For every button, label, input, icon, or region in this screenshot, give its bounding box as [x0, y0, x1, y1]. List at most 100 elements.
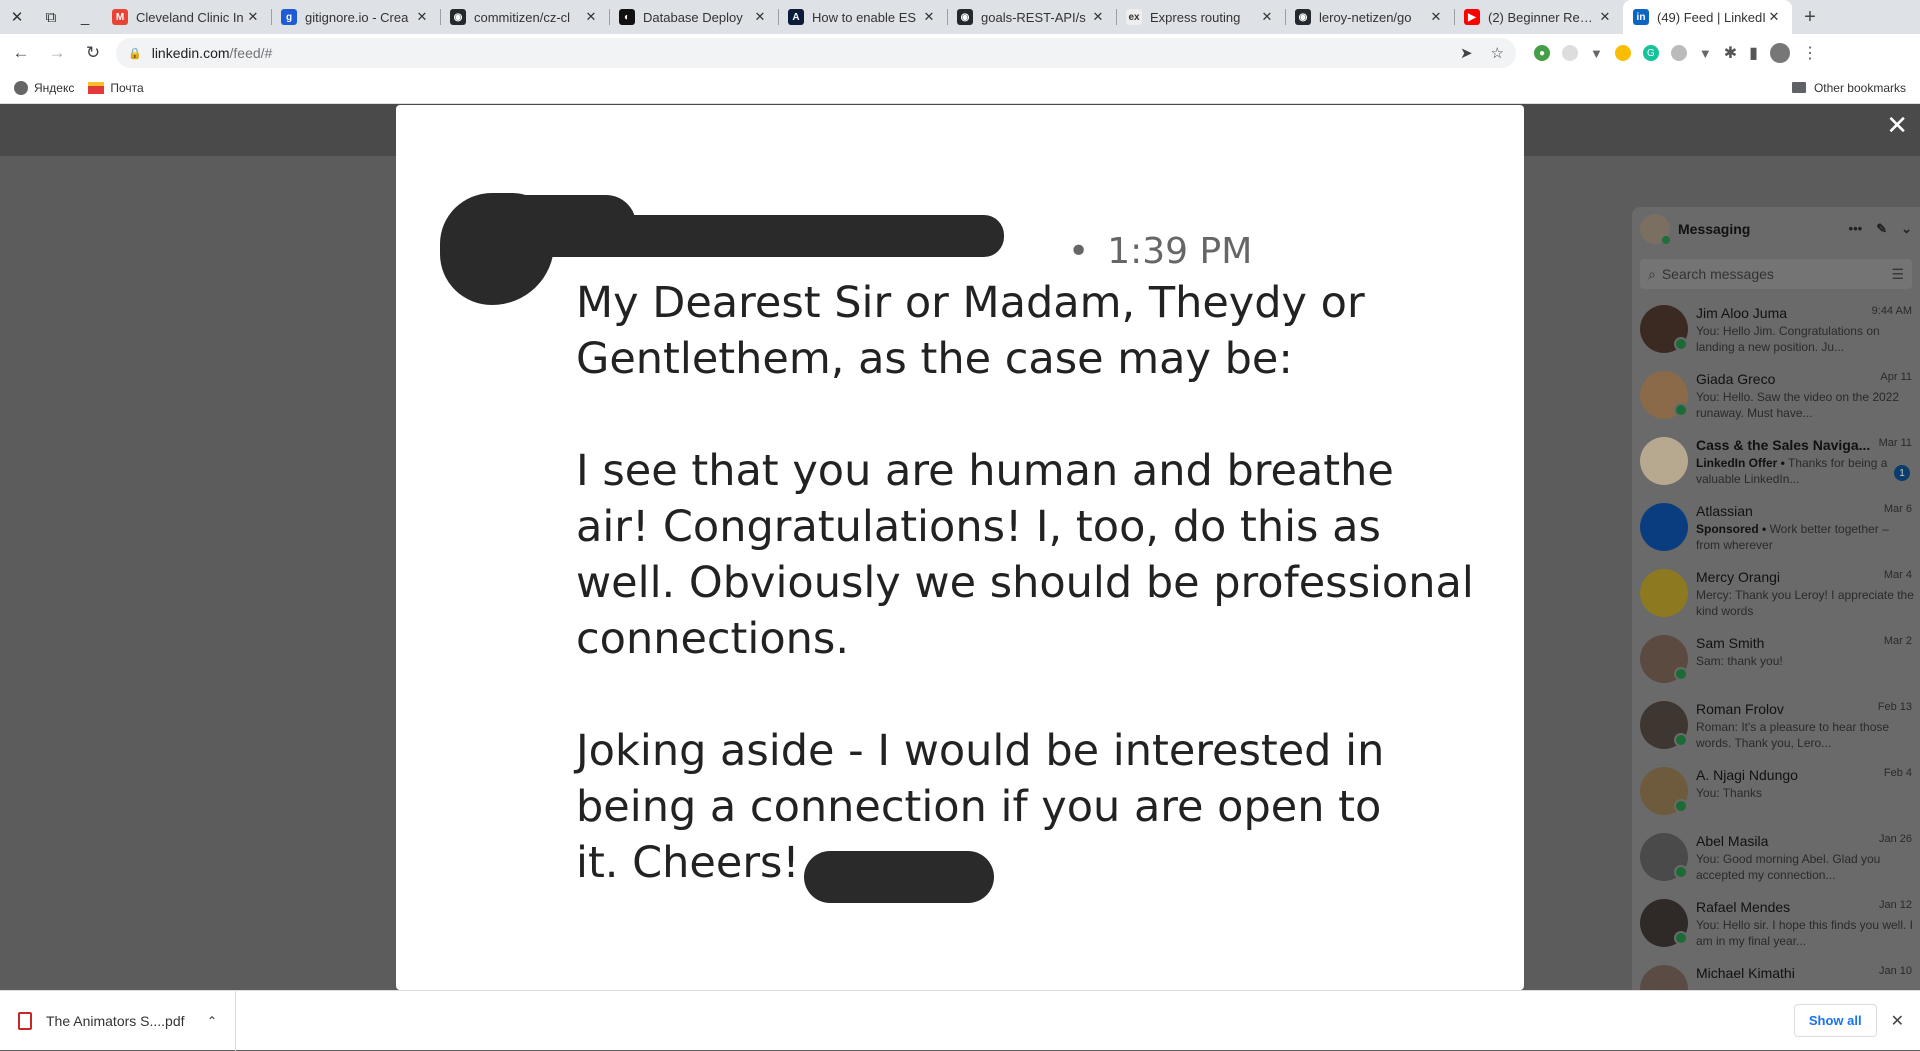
avatar: [1640, 767, 1688, 815]
puzzle-icon[interactable]: ✱: [1724, 43, 1737, 63]
youtube-icon: ▶: [1464, 9, 1480, 25]
close-tab-icon[interactable]: ✕: [752, 9, 768, 25]
download-item[interactable]: The Animators S....pdf ⌃: [0, 990, 236, 1051]
tab-title: Express routing: [1150, 9, 1241, 25]
conversation-name: Sam Smith: [1696, 635, 1765, 651]
browser-tab[interactable]: ◉ leroy-netizen/go ✕: [1285, 0, 1454, 34]
tab-title: How to enable ES: [812, 9, 917, 25]
close-tab-icon[interactable]: ✕: [1090, 9, 1106, 25]
tab-title: (2) Beginner React: [1488, 9, 1597, 25]
conversation-date: Jan 26: [1878, 833, 1912, 845]
conversation-date: Mar 2: [1883, 635, 1912, 647]
search-messages-input[interactable]: ⌕ Search messages ☰: [1640, 259, 1912, 289]
download-filename: The Animators S....pdf: [46, 1012, 185, 1029]
conversation-item[interactable]: Roman Frolov Roman: It's a pleasure to he…: [1632, 693, 1920, 759]
close-tab-icon[interactable]: ✕: [245, 9, 261, 25]
pdf-icon: [18, 1011, 32, 1030]
close-icon[interactable]: ✕: [1886, 110, 1908, 141]
linkedin-icon: in: [1633, 9, 1649, 25]
browser-tab[interactable]: g gitignore.io - Crea ✕: [271, 0, 440, 34]
browser-tab[interactable]: in (49) Feed | LinkedI ✕: [1623, 0, 1792, 34]
browser-tab[interactable]: ◐ Database Deploy ✕: [609, 0, 778, 34]
bookmark-mail[interactable]: Почта: [88, 81, 144, 95]
extension-chrome-icon[interactable]: [1614, 45, 1631, 61]
browser-tab[interactable]: ◉ commitizen/cz-cl ✕: [440, 0, 609, 34]
conversation-item[interactable]: Sam Smith Sam: thank you! Mar 2: [1632, 627, 1920, 693]
compose-icon[interactable]: ✎: [1876, 221, 1887, 237]
avatar: [1640, 635, 1688, 683]
user-avatar: [1640, 214, 1670, 244]
browser-tab[interactable]: ◉ goals-REST-API/s ✕: [947, 0, 1116, 34]
browser-tab[interactable]: M Cleveland Clinic In ✕: [102, 0, 271, 34]
address-bar[interactable]: 🔒 linkedin.com/feed/# ➤ ☆: [116, 38, 1516, 68]
chevron-down-icon[interactable]: ⌄: [1901, 221, 1912, 237]
messaging-title: Messaging: [1678, 221, 1751, 237]
close-tab-icon[interactable]: ✕: [1259, 9, 1275, 25]
conversation-item[interactable]: Mercy Orangi Mercy: Thank you Leroy! I ap…: [1632, 561, 1920, 627]
close-tab-icon[interactable]: ✕: [414, 9, 430, 25]
close-window-icon[interactable]: ✕: [0, 0, 34, 34]
kebab-menu-icon[interactable]: ⋮: [1802, 43, 1818, 63]
conversation-date: Mar 11: [1878, 437, 1912, 449]
restore-window-icon[interactable]: ⧉: [34, 0, 68, 34]
show-all-button[interactable]: Show all: [1793, 1004, 1877, 1037]
bookmark-yandex[interactable]: Яндекс: [14, 80, 74, 95]
page-overlay[interactable]: ✕ • 1:39 PM My Dearest Sir or Madam, They…: [0, 104, 1920, 990]
time-text: 1:39 PM: [1107, 231, 1253, 272]
back-arrow-icon[interactable]: ←: [6, 38, 36, 68]
extension-green-icon[interactable]: ●: [1534, 45, 1550, 61]
browser-tab[interactable]: ex Express routing ✕: [1116, 0, 1285, 34]
url-domain: linkedin.com: [151, 45, 230, 61]
close-tab-icon[interactable]: ✕: [1766, 9, 1782, 25]
conversation-item[interactable]: A. Njagi Ndungo You: Thanks Feb 4: [1632, 759, 1920, 825]
grammarly-icon[interactable]: G: [1642, 45, 1659, 61]
search-placeholder: Search messages: [1661, 266, 1774, 282]
profile-avatar[interactable]: [1769, 43, 1790, 63]
send-icon[interactable]: ➤: [1460, 44, 1473, 62]
conversation-item[interactable]: Atlassian Sponsored • Work better togethe…: [1632, 495, 1920, 561]
avatar: [1640, 569, 1688, 617]
avatar: [1640, 503, 1688, 551]
redaction-scribble: [456, 195, 636, 255]
search-icon: ⌕: [1648, 265, 1656, 282]
conversation-item[interactable]: Abel Masila You: Good morning Abel. Glad …: [1632, 825, 1920, 891]
close-tab-icon[interactable]: ✕: [1428, 9, 1444, 25]
auth0-icon: A: [788, 9, 804, 25]
conversation-date: Mar 4: [1883, 569, 1912, 581]
close-tab-icon[interactable]: ✕: [583, 9, 599, 25]
avatar: [1640, 305, 1688, 353]
extension-gray-icon[interactable]: [1562, 45, 1578, 61]
new-tab-button[interactable]: +: [1792, 6, 1828, 29]
vue-devtools-icon[interactable]: ▼: [1590, 46, 1603, 61]
browser-tab[interactable]: A How to enable ES ✕: [778, 0, 947, 34]
close-tab-icon[interactable]: ✕: [1597, 9, 1613, 25]
messaging-header[interactable]: Messaging ••• ✎ ⌄: [1632, 207, 1920, 251]
lock-icon[interactable]: 🔒: [128, 47, 142, 60]
conversation-item[interactable]: Jim Aloo Juma You: Hello Jim. Congratulat…: [1632, 297, 1920, 363]
bookmarks-bar: Яндекс Почта Other bookmarks: [0, 72, 1920, 104]
chevron-up-icon[interactable]: ⌃: [207, 1014, 217, 1028]
conversation-name: A. Njagi Ndungo: [1696, 767, 1798, 783]
star-icon[interactable]: ☆: [1491, 44, 1504, 62]
conversation-tag: Sponsored •: [1696, 522, 1767, 536]
conversation-item[interactable]: Rafael Mendes You: Hello sir. I hope this…: [1632, 891, 1920, 957]
conversation-preview: You: Hello sir. I hope this finds you we…: [1696, 918, 1914, 948]
extension-v-icon[interactable]: ▼: [1699, 46, 1712, 61]
conversation-item[interactable]: Giada Greco You: Hello. Saw the video on …: [1632, 363, 1920, 429]
conversation-preview: You: Hello. Saw the video on the 2022 ru…: [1696, 390, 1900, 420]
forward-arrow-icon[interactable]: →: [42, 38, 72, 68]
side-panel-icon[interactable]: ▮: [1749, 43, 1758, 63]
tab-title: commitizen/cz-cl: [474, 9, 571, 25]
extension-wheel-icon[interactable]: [1670, 45, 1687, 61]
minimize-window-icon[interactable]: _: [68, 0, 102, 34]
reload-icon[interactable]: ↻: [78, 38, 108, 68]
browser-tab[interactable]: ▶ (2) Beginner React ✕: [1454, 0, 1623, 34]
close-tab-icon[interactable]: ✕: [921, 9, 937, 25]
conversation-item[interactable]: Michael Kimathi Jan 10: [1632, 957, 1920, 990]
conversation-item[interactable]: Cass & the Sales Naviga... LinkedIn Offer…: [1632, 429, 1920, 495]
image-viewer: • 1:39 PM My Dearest Sir or Madam, Theydy…: [396, 105, 1524, 990]
other-bookmarks[interactable]: Other bookmarks: [1791, 81, 1906, 95]
more-icon[interactable]: •••: [1849, 221, 1863, 237]
close-downloads-icon[interactable]: ✕: [1891, 1011, 1904, 1031]
filter-icon[interactable]: ☰: [1891, 266, 1904, 283]
